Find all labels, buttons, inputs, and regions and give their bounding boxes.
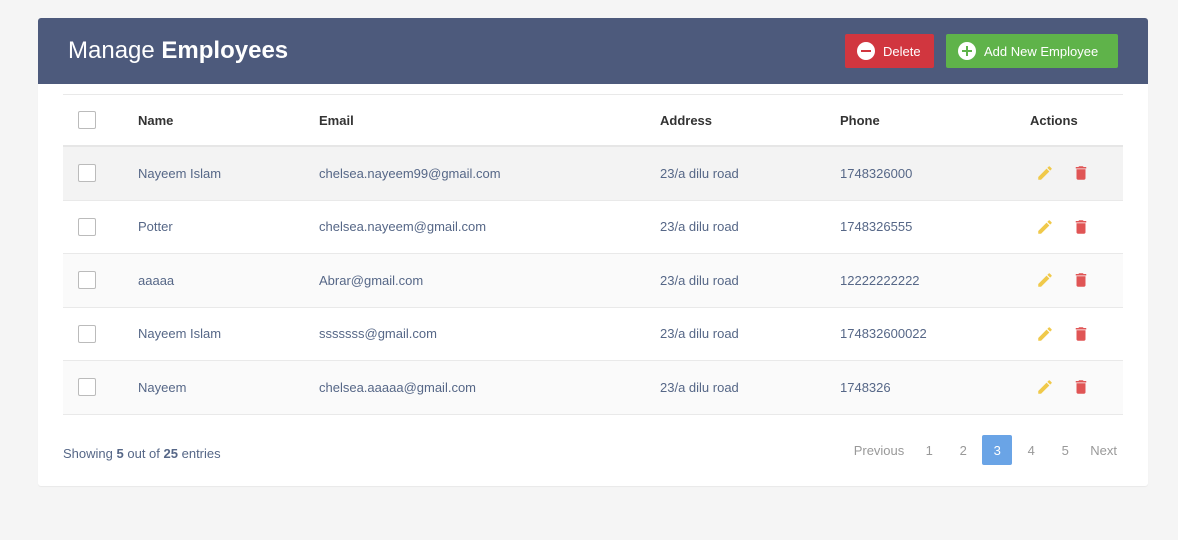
cell-email: chelsea.nayeem@gmail.com xyxy=(319,219,487,235)
cell-actions xyxy=(1030,164,1123,182)
page-title-bold: Employees xyxy=(161,37,289,64)
delete-button[interactable]: Delete xyxy=(845,34,934,68)
showing-prefix: Showing xyxy=(63,445,113,461)
column-header-address: Address xyxy=(660,112,713,128)
column-header-name: Name xyxy=(138,112,174,128)
cell-actions xyxy=(1030,271,1123,289)
cell-phone: 174832600022 xyxy=(840,326,927,342)
cell-phone: 1748326000 xyxy=(840,165,913,181)
total-count: 25 xyxy=(163,445,178,461)
plus-circle-icon xyxy=(958,42,976,60)
entries-text: entries xyxy=(181,445,221,461)
cell-email: sssssss@gmail.com xyxy=(319,326,437,342)
cell-actions xyxy=(1030,325,1123,343)
minus-circle-icon xyxy=(857,42,875,60)
row-checkbox[interactable] xyxy=(78,271,96,290)
row-checkbox[interactable] xyxy=(78,164,96,183)
table-header-row: Name Email Address Phone Actions xyxy=(63,95,1123,147)
table-row: aaaaa Abrar@gmail.com 23/a dilu road 122… xyxy=(63,254,1123,308)
cell-actions xyxy=(1030,378,1123,396)
column-header-actions: Actions xyxy=(1030,112,1078,128)
pagination: Previous 1 2 3 4 5 Next xyxy=(848,435,1123,465)
trash-icon[interactable] xyxy=(1072,218,1090,236)
pencil-icon[interactable] xyxy=(1036,218,1054,236)
employee-panel: Manage Employees Delete Add New Employee… xyxy=(38,18,1148,486)
entries-summary: Showing 5 out of 25 entries xyxy=(63,446,221,461)
column-header-email: Email xyxy=(319,112,354,128)
table-footer: Showing 5 out of 25 entries Previous 1 2… xyxy=(63,429,1123,469)
table-row: Nayeem chelsea.aaaaa@gmail.com 23/a dilu… xyxy=(63,361,1123,415)
cell-name: Potter xyxy=(138,219,173,235)
select-all-checkbox[interactable] xyxy=(78,111,96,129)
cell-address: 23/a dilu road xyxy=(660,219,739,235)
trash-icon[interactable] xyxy=(1072,164,1090,182)
cell-name: Nayeem xyxy=(138,379,187,395)
delete-button-label: Delete xyxy=(883,43,921,59)
page-4[interactable]: 4 xyxy=(1016,435,1046,465)
row-select-cell xyxy=(63,271,138,290)
page-next[interactable]: Next xyxy=(1084,435,1123,465)
row-checkbox[interactable] xyxy=(78,324,96,343)
cell-address: 23/a dilu road xyxy=(660,326,739,342)
cell-address: 23/a dilu road xyxy=(660,379,739,395)
table-row: Nayeem Islam chelsea.nayeem99@gmail.com … xyxy=(63,147,1123,201)
select-all-cell xyxy=(63,111,138,129)
out-of-text: out of xyxy=(127,445,160,461)
row-checkbox[interactable] xyxy=(78,378,96,397)
row-checkbox[interactable] xyxy=(78,217,96,236)
cell-name: aaaaa xyxy=(138,272,175,288)
cell-email: Abrar@gmail.com xyxy=(319,272,424,288)
cell-phone: 1748326 xyxy=(840,379,891,395)
pencil-icon[interactable] xyxy=(1036,378,1054,396)
pencil-icon[interactable] xyxy=(1036,271,1054,289)
cell-address: 23/a dilu road xyxy=(660,165,739,181)
row-select-cell xyxy=(63,217,138,236)
header-actions: Delete Add New Employee xyxy=(845,34,1118,68)
pencil-icon[interactable] xyxy=(1036,325,1054,343)
cell-name: Nayeem Islam xyxy=(138,165,222,181)
cell-email: chelsea.aaaaa@gmail.com xyxy=(319,379,477,395)
title-bar: Manage Employees Delete Add New Employee xyxy=(38,18,1148,84)
add-employee-button-label: Add New Employee xyxy=(984,43,1099,59)
page-previous[interactable]: Previous xyxy=(848,435,911,465)
column-header-phone: Phone xyxy=(840,112,880,128)
cell-phone: 1748326555 xyxy=(840,219,913,235)
cell-actions xyxy=(1030,218,1123,236)
table-row: Potter chelsea.nayeem@gmail.com 23/a dil… xyxy=(63,200,1123,254)
page-5[interactable]: 5 xyxy=(1050,435,1080,465)
page-2[interactable]: 2 xyxy=(948,435,978,465)
page-title-prefix: Manage xyxy=(68,37,155,64)
cell-name: Nayeem Islam xyxy=(138,326,222,342)
cell-email: chelsea.nayeem99@gmail.com xyxy=(319,165,501,181)
row-select-cell xyxy=(63,378,138,397)
employee-table: Name Email Address Phone Actions Nayeem … xyxy=(63,94,1123,415)
trash-icon[interactable] xyxy=(1072,325,1090,343)
page-title: Manage Employees xyxy=(68,37,288,65)
page-1[interactable]: 1 xyxy=(914,435,944,465)
table-row: Nayeem Islam sssssss@gmail.com 23/a dilu… xyxy=(63,307,1123,361)
shown-count: 5 xyxy=(116,445,124,461)
page-3-active[interactable]: 3 xyxy=(982,435,1013,465)
row-select-cell xyxy=(63,324,138,343)
trash-icon[interactable] xyxy=(1072,378,1090,396)
trash-icon[interactable] xyxy=(1072,271,1090,289)
pencil-icon[interactable] xyxy=(1036,164,1054,182)
cell-phone: 12222222222 xyxy=(840,272,920,288)
row-select-cell xyxy=(63,164,138,183)
cell-address: 23/a dilu road xyxy=(660,272,739,288)
add-employee-button[interactable]: Add New Employee xyxy=(946,34,1118,68)
